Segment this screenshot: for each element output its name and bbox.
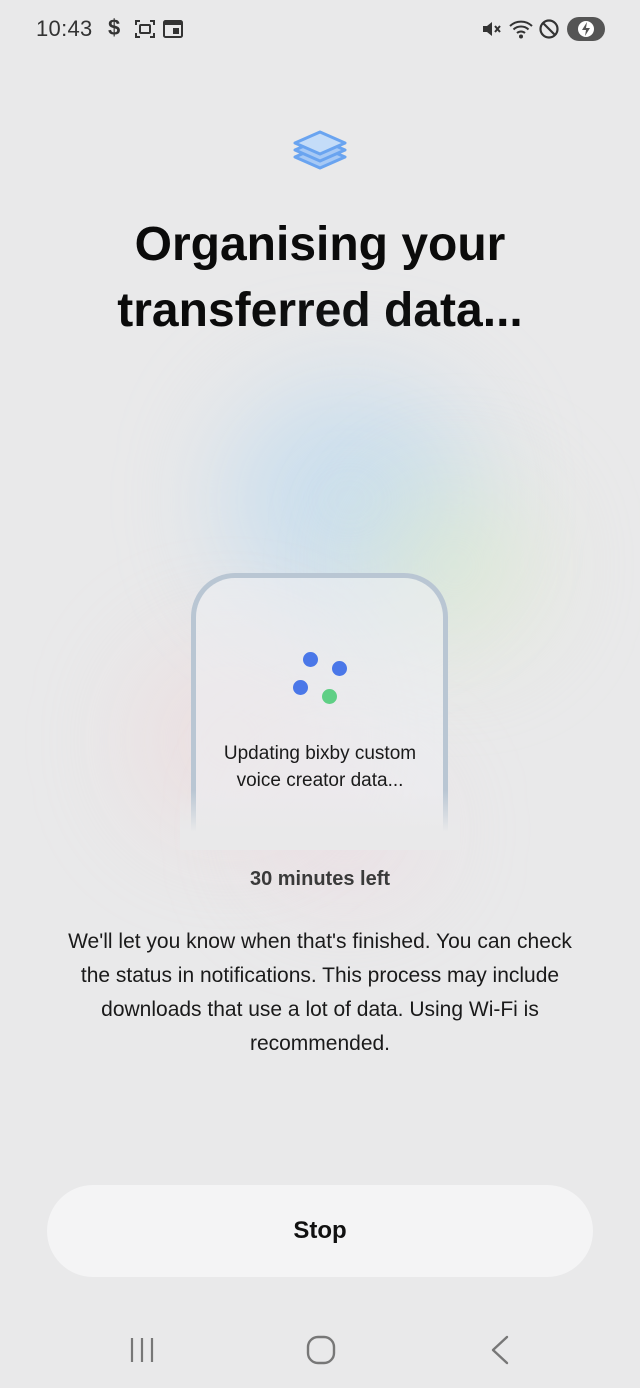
loading-dot (303, 652, 318, 667)
mute-icon (483, 22, 501, 36)
progress-status-text: Updating bixby custom voice creator data… (223, 743, 417, 791)
status-bar: 10:43 $ (0, 0, 640, 60)
wifi-icon (509, 20, 533, 39)
status-time: 10:43 (36, 16, 93, 41)
calendar-card-icon (163, 20, 183, 38)
back-icon[interactable] (478, 1332, 522, 1368)
transfer-screen: 10:43 $ Organising your transferred data… (0, 0, 640, 1388)
loading-dot (332, 661, 347, 676)
battery-charging-icon (567, 17, 605, 41)
navigation-bar (0, 1310, 640, 1388)
dollar-icon: $ (108, 15, 121, 40)
do-not-disturb-icon (539, 19, 559, 39)
loading-dot (322, 689, 337, 704)
page-title: Organising your transferred data... (117, 218, 523, 337)
stop-button[interactable]: Stop (47, 1185, 593, 1277)
layers-icon (293, 130, 347, 170)
home-icon[interactable] (299, 1332, 343, 1368)
description-text: We'll let you know when that's finished.… (68, 930, 572, 1055)
time-remaining: 30 minutes left (249, 868, 391, 890)
screen-scan-icon (135, 20, 155, 38)
recents-icon[interactable] (120, 1332, 164, 1368)
phone-fade (180, 790, 460, 850)
loading-dot (293, 680, 308, 695)
